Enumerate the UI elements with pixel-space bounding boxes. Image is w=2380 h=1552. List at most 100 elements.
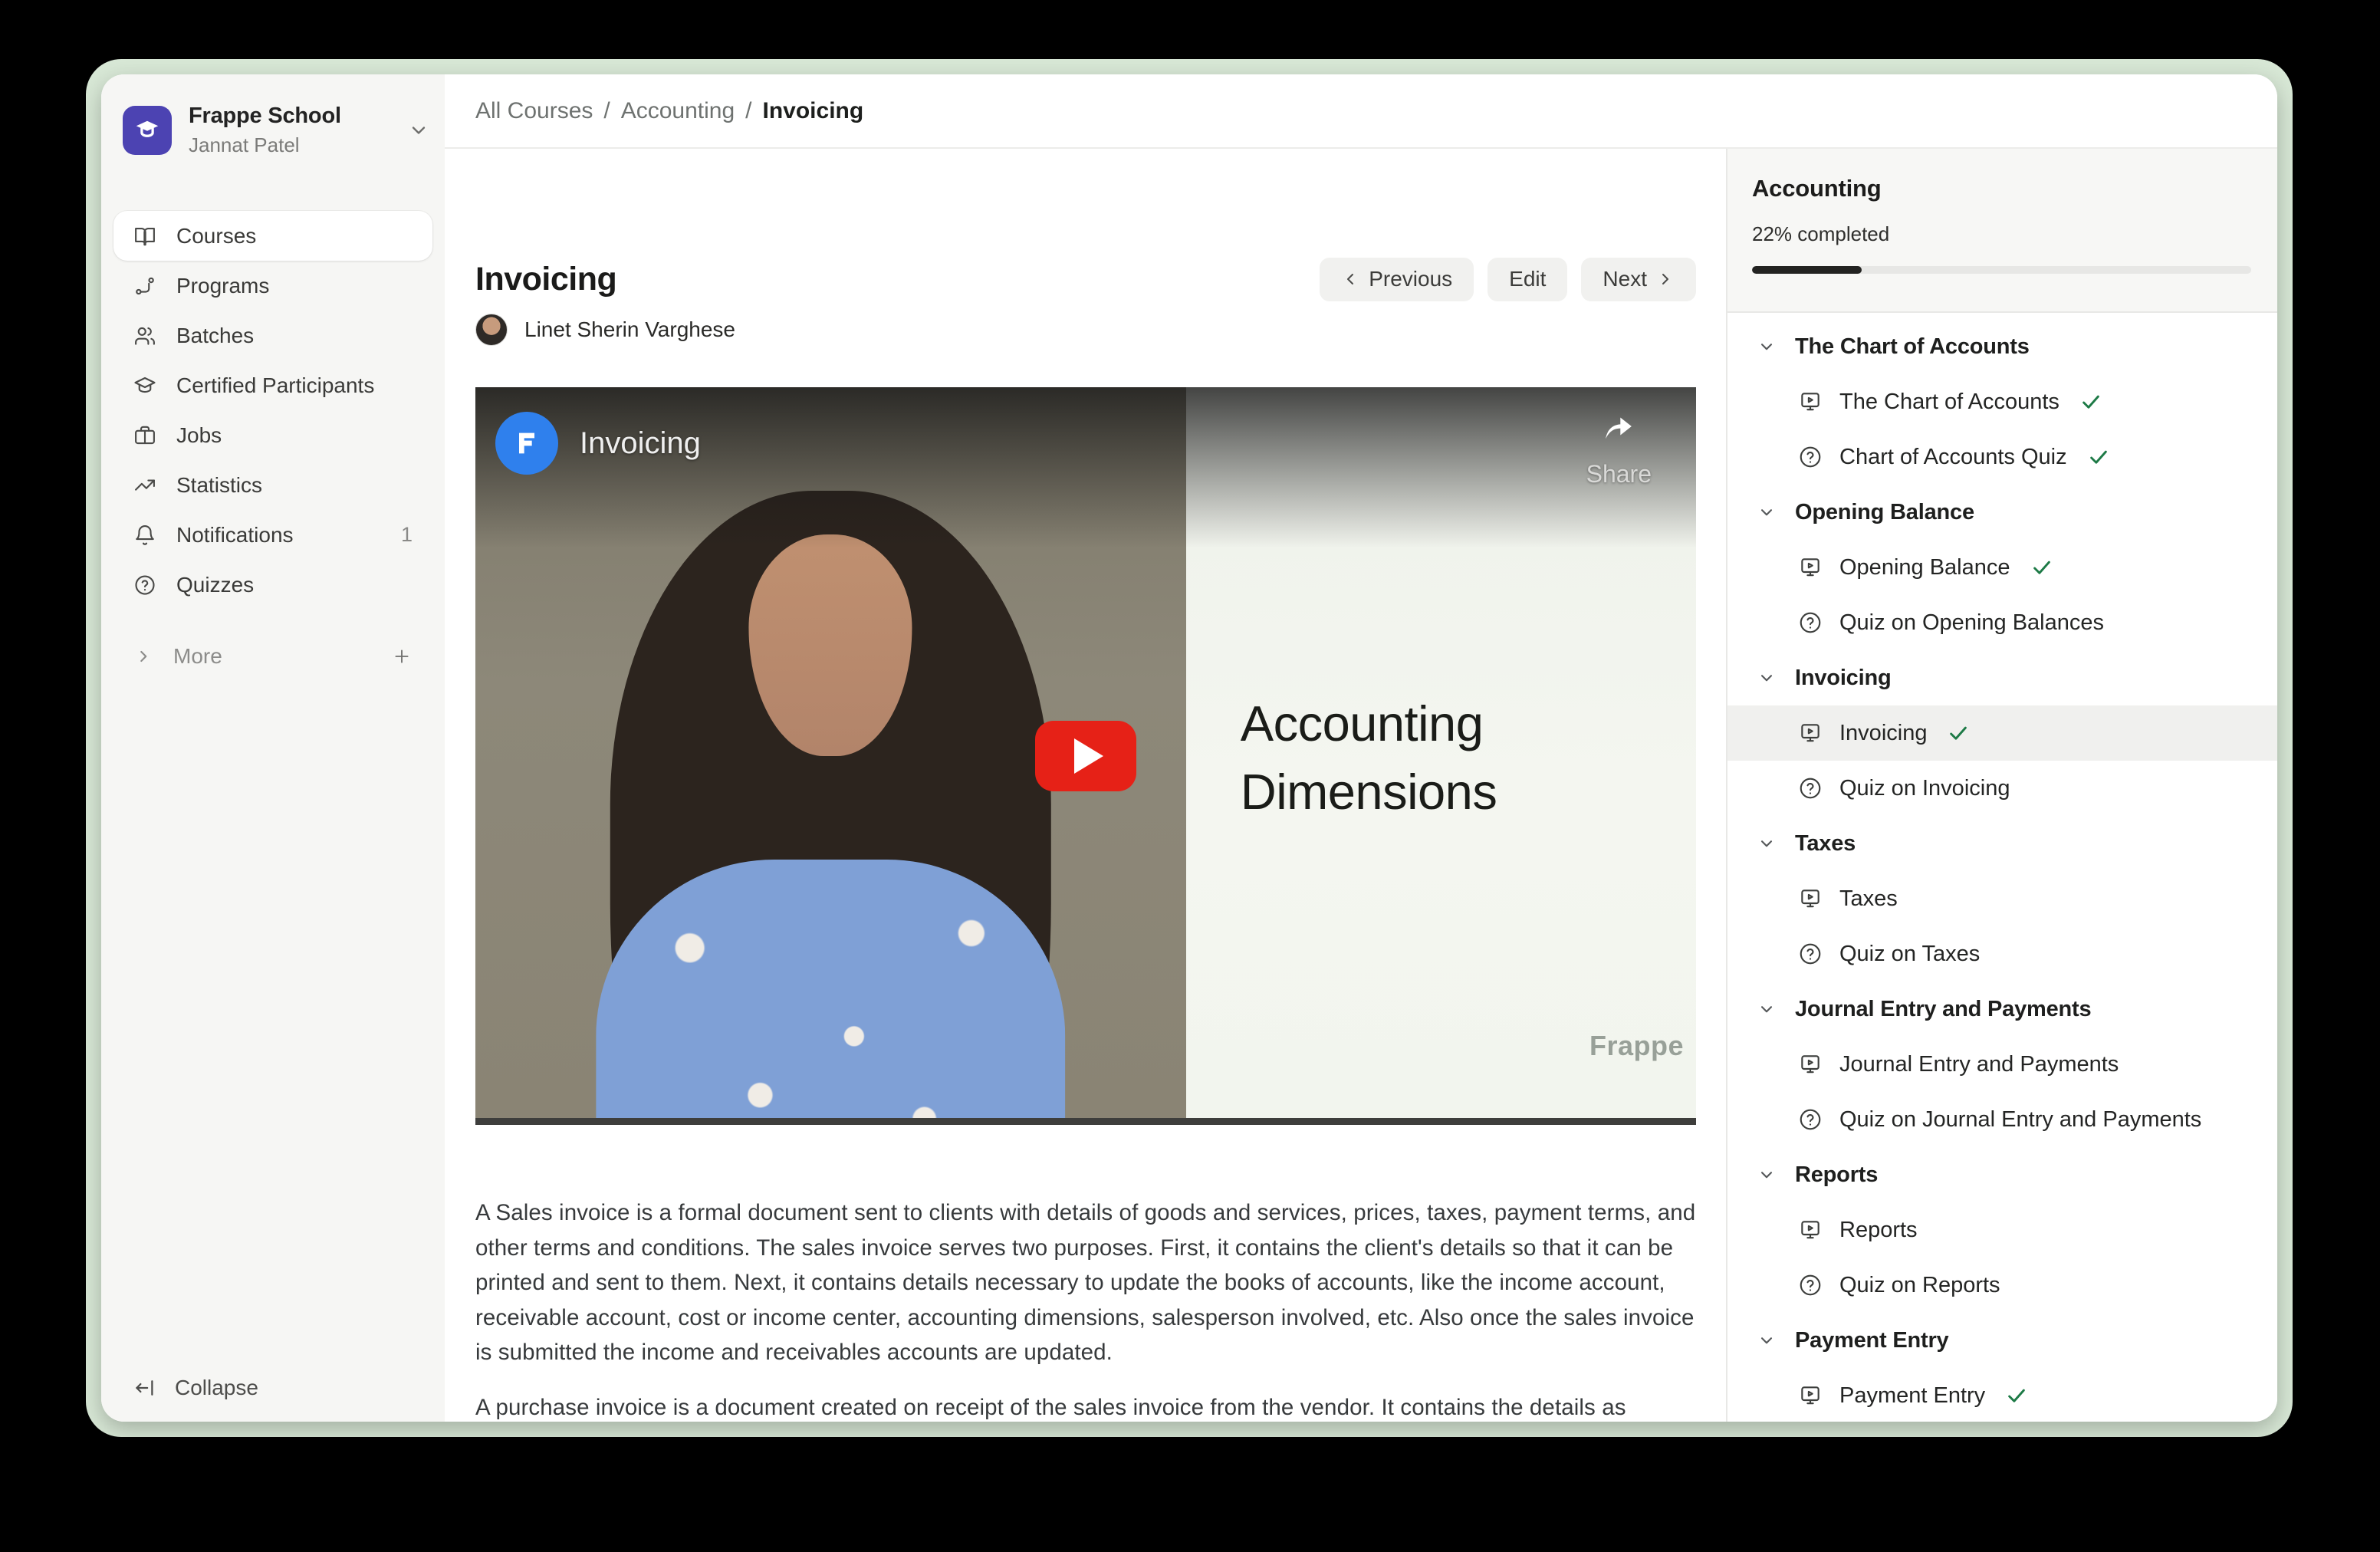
breadcrumb-separator: / <box>745 98 751 124</box>
sidebar-item-jobs[interactable]: Jobs <box>113 410 432 460</box>
outline-lesson-quiz-on-reports[interactable]: Quiz on Reports <box>1727 1258 2277 1313</box>
outline-lesson-quiz-on-opening-balances[interactable]: Quiz on Opening Balances <box>1727 595 2277 650</box>
left-sidebar: Frappe School Jannat Patel Courses Progra… <box>101 74 445 1422</box>
sidebar-item-more[interactable]: More <box>113 631 432 681</box>
breadcrumb: All Courses / Accounting / Invoicing <box>475 98 863 124</box>
lesson-title: Chart of Accounts Quiz <box>1839 445 2067 470</box>
lesson-title: Taxes <box>1839 886 1898 912</box>
arrow-left-to-line-icon <box>133 1376 156 1399</box>
play-button[interactable] <box>1035 721 1136 791</box>
help-circle-icon <box>133 574 156 597</box>
author-row: Linet Sherin Varghese <box>475 314 735 346</box>
outline-lesson-taxes[interactable]: Taxes <box>1727 871 2277 926</box>
outline-lesson-journal-entry-and-payments[interactable]: Journal Entry and Payments <box>1727 1037 2277 1092</box>
completed-check-icon <box>2087 446 2110 469</box>
more-label: More <box>173 644 222 669</box>
slide-title: Accounting Dimensions <box>1241 689 1497 826</box>
workspace-switcher[interactable]: Frappe School Jannat Patel <box>123 104 429 157</box>
lesson-paragraph: A Sales invoice is a formal document sen… <box>475 1195 1698 1370</box>
channel-avatar[interactable] <box>495 412 558 475</box>
outline-chapter-opening-balance[interactable]: Opening Balance <box>1727 485 2277 540</box>
course-title: Accounting <box>1752 175 2251 202</box>
outline-chapter-taxes[interactable]: Taxes <box>1727 816 2277 871</box>
quiz-icon <box>1798 610 1823 635</box>
progress-label: 22% completed <box>1752 222 2251 246</box>
outline-chapter-invoicing[interactable]: Invoicing <box>1727 650 2277 705</box>
quiz-icon <box>1798 445 1823 469</box>
breadcrumb-accounting[interactable]: Accounting <box>621 98 735 124</box>
play-icon <box>1074 738 1103 774</box>
outline-lesson-quiz-on-invoicing[interactable]: Quiz on Invoicing <box>1727 761 2277 816</box>
edit-button[interactable]: Edit <box>1488 258 1567 301</box>
progress-bar <box>1752 266 2251 274</box>
video-progress-bar[interactable] <box>475 1118 1696 1125</box>
video-share-button[interactable]: Share <box>1586 409 1652 488</box>
lesson-title: Quiz on Invoicing <box>1839 776 2010 801</box>
outline-chapter-journal-entry-and-payments[interactable]: Journal Entry and Payments <box>1727 982 2277 1037</box>
chapter-title: Opening Balance <box>1795 500 1974 525</box>
sidebar-item-programs[interactable]: Programs <box>113 261 432 311</box>
video-lesson-icon <box>1798 721 1823 745</box>
outline-lesson-the-chart-of-accounts[interactable]: The Chart of Accounts <box>1727 374 2277 429</box>
video-lesson-icon <box>1798 886 1823 911</box>
sidebar-item-quizzes[interactable]: Quizzes <box>113 560 432 610</box>
graduation-cap-icon <box>133 374 156 397</box>
chapter-title: Invoicing <box>1795 666 1892 691</box>
sidebar-item-courses[interactable]: Courses <box>113 211 432 261</box>
quiz-icon <box>1798 776 1823 801</box>
chevron-down-icon <box>1757 668 1777 688</box>
breadcrumb-all-courses[interactable]: All Courses <box>475 98 593 124</box>
chevron-down-icon <box>1757 1165 1777 1185</box>
sidebar-item-batches[interactable]: Batches <box>113 311 432 360</box>
chevron-down-icon <box>1757 834 1777 853</box>
course-progress-header: Accounting 22% completed <box>1727 149 2277 313</box>
outline-lesson-invoicing[interactable]: Invoicing <box>1727 705 2277 761</box>
progress-bar-fill <box>1752 266 1862 274</box>
outline-chapter-payment-entry[interactable]: Payment Entry <box>1727 1313 2277 1368</box>
trending-up-icon <box>133 474 156 497</box>
video-lesson-icon <box>1798 1218 1823 1242</box>
lesson-title: Opening Balance <box>1839 555 2010 580</box>
briefcase-icon <box>133 424 156 447</box>
frappe-f-icon <box>511 428 542 459</box>
chevron-left-icon <box>1341 270 1359 288</box>
previous-button[interactable]: Previous <box>1320 258 1474 301</box>
collapse-sidebar-button[interactable]: Collapse <box>133 1376 258 1400</box>
workspace-user: Jannat Patel <box>189 133 408 157</box>
sidebar-item-notifications[interactable]: Notifications1 <box>113 510 432 560</box>
sidebar-item-statistics[interactable]: Statistics <box>113 460 432 510</box>
sidebar-item-label: Notifications <box>176 523 294 547</box>
video-overlay-title[interactable]: Invoicing <box>580 426 701 461</box>
lesson-title: Reports <box>1839 1218 1918 1243</box>
outline-lesson-quiz-on-journal-entry-and-payments[interactable]: Quiz on Journal Entry and Payments <box>1727 1092 2277 1147</box>
outline-lesson-quiz-on-taxes[interactable]: Quiz on Taxes <box>1727 926 2277 982</box>
chapter-title: The Chart of Accounts <box>1795 334 2030 360</box>
outline-lesson-reports[interactable]: Reports <box>1727 1202 2277 1258</box>
outline-lesson-opening-balance[interactable]: Opening Balance <box>1727 540 2277 595</box>
app-window: Frappe School Jannat Patel Courses Progra… <box>101 74 2277 1422</box>
completed-check-icon <box>2005 1384 2028 1407</box>
frappe-school-logo <box>123 106 172 155</box>
outline-chapter-the-chart-of-accounts[interactable]: The Chart of Accounts <box>1727 319 2277 374</box>
chevron-down-icon[interactable] <box>408 120 429 141</box>
main-content: Invoicing Previous Edit Next <box>445 149 1727 1422</box>
quiz-icon <box>1798 942 1823 966</box>
outline-lesson-chart-of-accounts-quiz[interactable]: Chart of Accounts Quiz <box>1727 429 2277 485</box>
share-label: Share <box>1586 460 1652 488</box>
users-icon <box>133 324 156 347</box>
video-lesson-icon <box>1798 555 1823 580</box>
sidebar-item-certified-participants[interactable]: Certified Participants <box>113 360 432 410</box>
sidebar-item-label: Batches <box>176 324 254 348</box>
plus-icon[interactable] <box>391 646 413 667</box>
completed-check-icon <box>2079 390 2102 413</box>
outline-lesson-payment-entry[interactable]: Payment Entry <box>1727 1368 2277 1422</box>
chapter-title: Payment Entry <box>1795 1328 1948 1353</box>
next-button[interactable]: Next <box>1581 258 1696 301</box>
outline-chapter-reports[interactable]: Reports <box>1727 1147 2277 1202</box>
sidebar-item-label: Statistics <box>176 473 262 498</box>
video-player[interactable]: Accounting Dimensions Invoicing Share Fr… <box>475 387 1696 1125</box>
lesson-body: A Sales invoice is a formal document sen… <box>475 1195 1698 1422</box>
chevron-right-icon <box>133 646 153 666</box>
sidebar-item-label: Programs <box>176 274 269 298</box>
sidebar-menu: Courses Programs Batches Certified Particip… <box>113 211 432 681</box>
